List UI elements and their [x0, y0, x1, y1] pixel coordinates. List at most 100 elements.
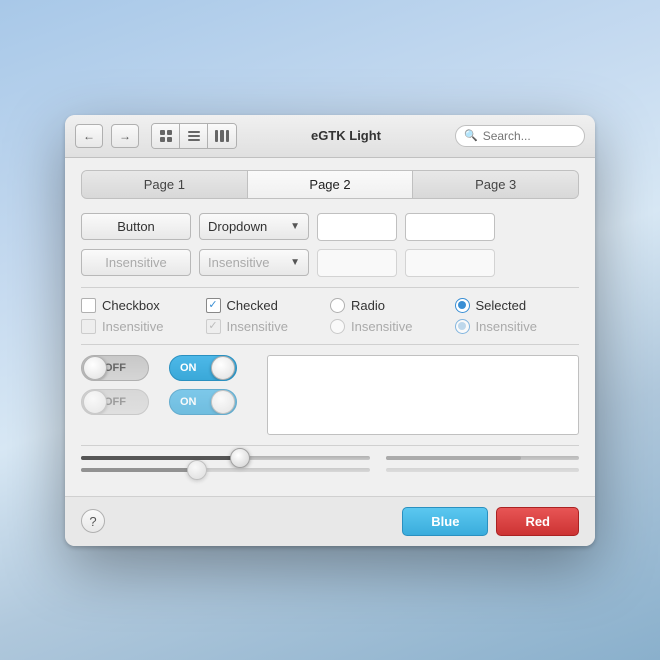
toggle-off-2-insensitive: OFF	[81, 389, 149, 415]
checkbox-checked[interactable]: ✓	[206, 298, 221, 313]
selected-col: Selected Insensitive	[455, 298, 580, 334]
dropdown-select[interactable]: Dropdown ▼	[199, 213, 309, 240]
insensitive-button: Insensitive	[81, 249, 191, 276]
on-toggles-col: ON ON	[169, 355, 237, 415]
slider-2-left[interactable]	[81, 468, 370, 472]
spinbox-insensitive: ▲ ▼	[317, 249, 397, 277]
columns-icon	[215, 130, 229, 142]
toggle-knob-off-1	[83, 356, 107, 380]
help-button[interactable]: ?	[81, 509, 105, 533]
columns-view-button[interactable]	[208, 124, 236, 148]
selected-insensitive-label: Insensitive	[476, 319, 537, 334]
text-entry-1[interactable]	[405, 213, 495, 241]
sliders-section	[81, 456, 579, 472]
selected-insensitive-item: Insensitive	[455, 319, 580, 334]
selected-item: Selected	[455, 298, 580, 313]
main-button[interactable]: Button	[81, 213, 191, 240]
radio-col: Radio Insensitive	[330, 298, 455, 334]
slider-1-fill	[81, 456, 240, 460]
spinbox-insensitive-input	[318, 253, 397, 272]
search-box[interactable]: 🔍	[455, 125, 585, 147]
radio-dot-icon	[458, 301, 466, 309]
radio-item: Radio	[330, 298, 455, 313]
slider-1-right-fill	[386, 456, 521, 460]
slider-row-1	[81, 456, 579, 460]
slider-1-knob[interactable]	[230, 448, 250, 468]
insensitive-dropdown-arrow-icon: ▼	[290, 257, 300, 268]
checked-insensitive-item: ✓ Insensitive	[206, 319, 331, 334]
selected-label: Selected	[476, 298, 527, 313]
toggle-knob-off-2	[83, 390, 107, 414]
search-icon: 🔍	[464, 129, 478, 142]
blue-button[interactable]: Blue	[402, 507, 488, 536]
divider-3	[81, 445, 579, 446]
slider-1-left[interactable]	[81, 456, 370, 460]
checkbox-checked-insensitive: ✓	[206, 319, 221, 334]
dropdown-label: Dropdown	[208, 219, 267, 234]
text-entry-2	[405, 249, 495, 277]
slider-2-knob	[187, 460, 207, 480]
tab-bar: Page 1 Page 2 Page 3	[81, 170, 579, 199]
checkbox-insensitive	[81, 319, 96, 334]
radio-insensitive	[330, 319, 345, 334]
toggle-off-1[interactable]: OFF	[81, 355, 149, 381]
radio-selected-insensitive	[455, 319, 470, 334]
controls-row-1: Button Dropdown ▼ ▲ ▼	[81, 213, 579, 241]
checkbox-insensitive-label: Insensitive	[102, 319, 163, 334]
toggle-knob-on-1	[211, 356, 235, 380]
checkbox[interactable]	[81, 298, 96, 313]
controls-row-2: Insensitive Insensitive ▼ ▲ ▼	[81, 249, 579, 277]
radio-insensitive-label: Insensitive	[351, 319, 412, 334]
slider-2-right	[386, 468, 579, 472]
back-button[interactable]: ←	[75, 124, 103, 148]
tab-page2[interactable]: Page 2	[248, 171, 414, 198]
list-icon	[188, 130, 200, 142]
checked-col: ✓ Checked ✓ Insensitive	[206, 298, 331, 334]
spinbox[interactable]: ▲ ▼	[317, 213, 397, 241]
radio-insensitive-item: Insensitive	[330, 319, 455, 334]
window-title: eGTK Light	[245, 128, 447, 143]
bottom-bar: ? Blue Red	[65, 496, 595, 546]
insensitive-dropdown-label: Insensitive	[208, 255, 269, 270]
insensitive-dropdown: Insensitive ▼	[199, 249, 309, 276]
text-view[interactable]	[267, 355, 579, 435]
tab-page3[interactable]: Page 3	[413, 171, 578, 198]
divider-2	[81, 344, 579, 345]
red-button[interactable]: Red	[496, 507, 579, 536]
dropdown-arrow-icon: ▼	[290, 221, 300, 232]
grid-view-button[interactable]	[152, 124, 180, 148]
radio-dot-insensitive-icon	[458, 322, 466, 330]
tab-page1[interactable]: Page 1	[82, 171, 248, 198]
toggle-knob-on-2	[211, 390, 235, 414]
radio-label: Radio	[351, 298, 385, 313]
checkbox-item: Checkbox	[81, 298, 206, 313]
checkmark-insensitive-icon: ✓	[208, 321, 217, 332]
slider-2-fill	[81, 468, 197, 472]
main-window: ← →	[65, 115, 595, 546]
checked-insensitive-label: Insensitive	[227, 319, 288, 334]
checkbox-col: Checkbox Insensitive	[81, 298, 206, 334]
checked-label: Checked	[227, 298, 278, 313]
checkbox-radio-row: Checkbox Insensitive ✓ Checked ✓	[81, 298, 579, 334]
slider-1-right[interactable]	[386, 456, 579, 460]
divider-1	[81, 287, 579, 288]
checkbox-insensitive-item: Insensitive	[81, 319, 206, 334]
off-toggles-col: OFF OFF	[81, 355, 149, 415]
checked-item: ✓ Checked	[206, 298, 331, 313]
search-input[interactable]	[483, 129, 576, 143]
toggle-on-2-insensitive: ON	[169, 389, 237, 415]
checkbox-label: Checkbox	[102, 298, 160, 313]
grid-icon	[160, 130, 172, 142]
radio-selected[interactable]	[455, 298, 470, 313]
content-area: Page 1 Page 2 Page 3 Button Dropdown ▼ ▲…	[65, 158, 595, 496]
titlebar: ← →	[65, 115, 595, 158]
slider-row-2	[81, 468, 579, 472]
toggles-row: OFF OFF ON ON	[81, 355, 579, 435]
toggle-on-1[interactable]: ON	[169, 355, 237, 381]
spinbox-input[interactable]	[318, 217, 397, 236]
forward-button[interactable]: →	[111, 124, 139, 148]
radio-button[interactable]	[330, 298, 345, 313]
view-buttons	[151, 123, 237, 149]
checkmark-icon: ✓	[208, 300, 217, 311]
list-view-button[interactable]	[180, 124, 208, 148]
